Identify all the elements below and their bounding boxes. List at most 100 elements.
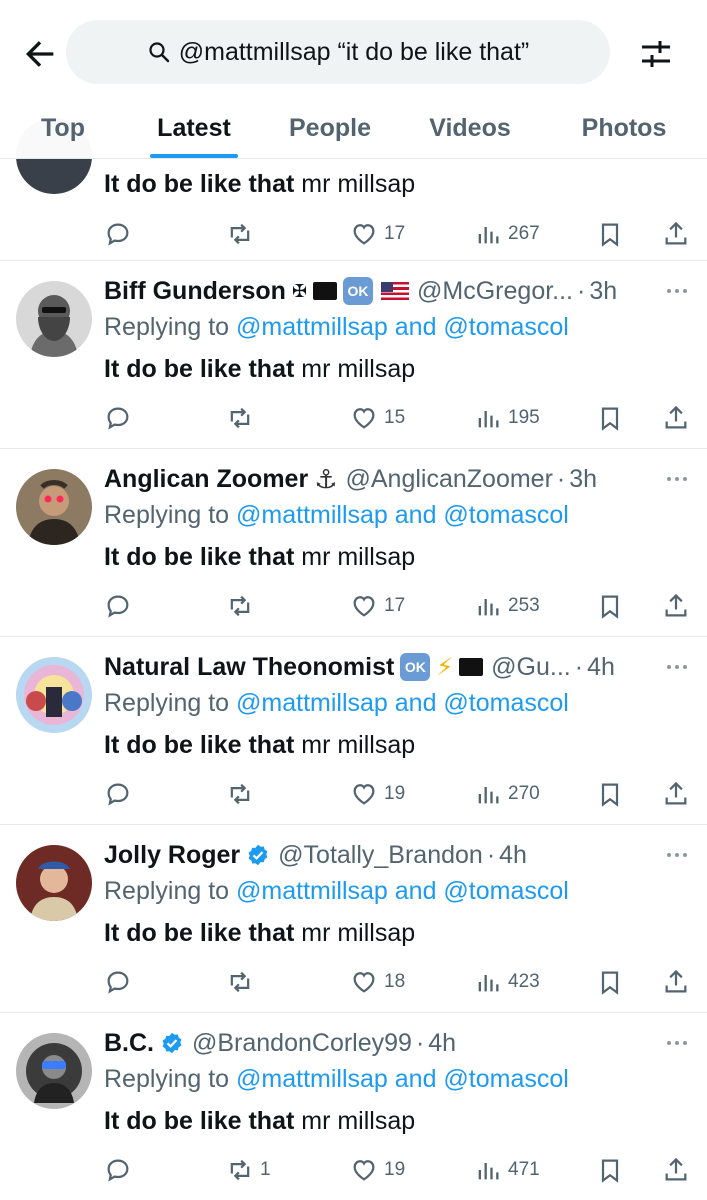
tweet-actions: 17 253 (0, 586, 707, 626)
repost-icon (230, 1159, 250, 1181)
reply-mentions[interactable]: @mattmillsap and @tomascol (236, 877, 569, 905)
tab-people[interactable]: People (270, 98, 390, 158)
avatar[interactable] (16, 845, 92, 921)
like-count: 17 (384, 595, 406, 616)
separator-dot: · (577, 276, 586, 305)
repost-button[interactable] (226, 398, 260, 438)
share-button[interactable] (662, 586, 690, 626)
share-button[interactable] (662, 398, 690, 438)
reply-button[interactable] (104, 586, 132, 626)
tweet-header: Natural Law Theonomist OK ⚡ @Gu... · 4h (104, 651, 657, 683)
like-button[interactable]: 19 (350, 774, 405, 814)
back-arrow-icon (26, 41, 54, 67)
like-button[interactable]: 17 (350, 214, 405, 254)
display-name[interactable]: Anglican Zoomer (104, 465, 308, 494)
tweet[interactable]: B.C. @BrandonCorley99 · 4h Replying to @… (0, 1013, 707, 1200)
bookmark-button[interactable] (596, 214, 624, 254)
timestamp[interactable]: 4h (587, 653, 615, 682)
verified-icon (162, 1032, 182, 1054)
reply-button[interactable] (104, 774, 132, 814)
handle[interactable]: @Gu... (491, 653, 571, 682)
like-button[interactable]: 18 (350, 962, 405, 1002)
bookmark-icon (601, 595, 619, 619)
more-icon[interactable] (663, 657, 691, 677)
display-name[interactable]: Natural Law Theonomist (104, 653, 394, 682)
reply-button[interactable] (104, 962, 132, 1002)
replying-to: Replying to @mattmillsap and @tomascol (104, 877, 569, 905)
reply-button[interactable] (104, 398, 132, 438)
bookmark-button[interactable] (596, 586, 624, 626)
views-button[interactable]: 270 (474, 774, 540, 814)
views-button[interactable]: 267 (474, 214, 540, 254)
tab-videos[interactable]: Videos (410, 98, 530, 158)
share-button[interactable] (662, 962, 690, 1002)
more-icon[interactable] (663, 469, 691, 489)
more-icon[interactable] (663, 281, 691, 301)
share-button[interactable] (662, 1150, 690, 1190)
avatar[interactable] (16, 657, 92, 733)
separator-dot: · (486, 840, 496, 869)
display-name[interactable]: B.C. (104, 1029, 154, 1058)
bookmark-icon (601, 407, 619, 431)
repost-icon (230, 407, 250, 429)
reply-mentions[interactable]: @mattmillsap and @tomascol (236, 313, 569, 341)
views-button[interactable]: 471 (474, 1150, 540, 1190)
views-button[interactable]: 195 (474, 398, 540, 438)
display-name[interactable]: Jolly Roger (104, 841, 240, 870)
tweet-text: It do be like that mr millsap (104, 355, 416, 383)
tab-top[interactable]: Top (8, 98, 118, 158)
handle[interactable]: @AnglicanZoomer (346, 465, 553, 494)
search-tabs: Top Latest People Videos Photos (0, 98, 707, 158)
more-icon[interactable] (663, 1033, 691, 1053)
repost-button[interactable] (226, 962, 260, 1002)
reply-mentions[interactable]: @mattmillsap and @tomascol (236, 689, 569, 717)
avatar[interactable] (16, 281, 92, 357)
reply-icon (107, 783, 129, 806)
timestamp[interactable]: 4h (428, 1029, 456, 1058)
active-tab-indicator (150, 154, 238, 158)
handle[interactable]: @McGregor... (417, 277, 573, 306)
like-button[interactable]: 17 (350, 586, 405, 626)
tweet[interactable]: Anglican Zoomer ⚓ @AnglicanZoomer · 3h R… (0, 449, 707, 637)
reply-button[interactable] (104, 214, 132, 254)
display-name[interactable]: Biff Gunderson (104, 277, 286, 306)
tab-latest[interactable]: Latest (134, 98, 254, 158)
tweet[interactable]: Biff Gunderson ✠ OK @McGregor... · 3h Re… (0, 261, 707, 449)
reply-mentions[interactable]: @mattmillsap and @tomascol (236, 1065, 569, 1093)
like-button[interactable]: 19 (350, 1150, 405, 1190)
like-button[interactable]: 15 (350, 398, 405, 438)
repost-button[interactable] (226, 774, 260, 814)
tweet[interactable]: Natural Law Theonomist OK ⚡ @Gu... · 4h … (0, 637, 707, 825)
avatar[interactable] (16, 469, 92, 545)
bookmark-button[interactable] (596, 1150, 624, 1190)
repost-button[interactable] (226, 214, 254, 254)
repost-button[interactable]: 1 (226, 1150, 271, 1190)
repost-button[interactable] (226, 586, 260, 626)
handle[interactable]: @BrandonCorley99 (192, 1029, 412, 1058)
tweet[interactable]: Jolly Roger @Totally_Brandon · 4h Replyi… (0, 825, 707, 1013)
avatar[interactable] (16, 1033, 92, 1109)
share-button[interactable] (662, 774, 690, 814)
filter-button[interactable] (636, 34, 676, 74)
views-button[interactable]: 253 (474, 586, 540, 626)
lightning-emoji: ⚡ (436, 653, 454, 681)
reply-button[interactable] (104, 1150, 132, 1190)
views-icon (478, 411, 499, 428)
share-button[interactable] (662, 214, 690, 254)
tab-photos[interactable]: Photos (560, 98, 688, 158)
reply-icon (107, 1159, 129, 1182)
timestamp[interactable]: 3h (589, 277, 617, 306)
more-icon[interactable] (663, 845, 691, 865)
reply-mentions[interactable]: @mattmillsap and @tomascol (236, 501, 569, 529)
bookmark-button[interactable] (596, 774, 624, 814)
handle[interactable]: @Totally_Brandon (278, 841, 483, 870)
search-input[interactable]: @mattmillsap “it do be like that” (66, 20, 610, 84)
views-button[interactable]: 423 (474, 962, 540, 1002)
timestamp[interactable]: 3h (569, 465, 597, 494)
timestamp[interactable]: 4h (499, 841, 527, 870)
back-button[interactable] (20, 34, 60, 74)
bookmark-button[interactable] (596, 398, 624, 438)
bookmark-button[interactable] (596, 962, 624, 1002)
tweet-header: Jolly Roger @Totally_Brandon · 4h (104, 839, 657, 871)
like-count: 19 (384, 783, 406, 804)
